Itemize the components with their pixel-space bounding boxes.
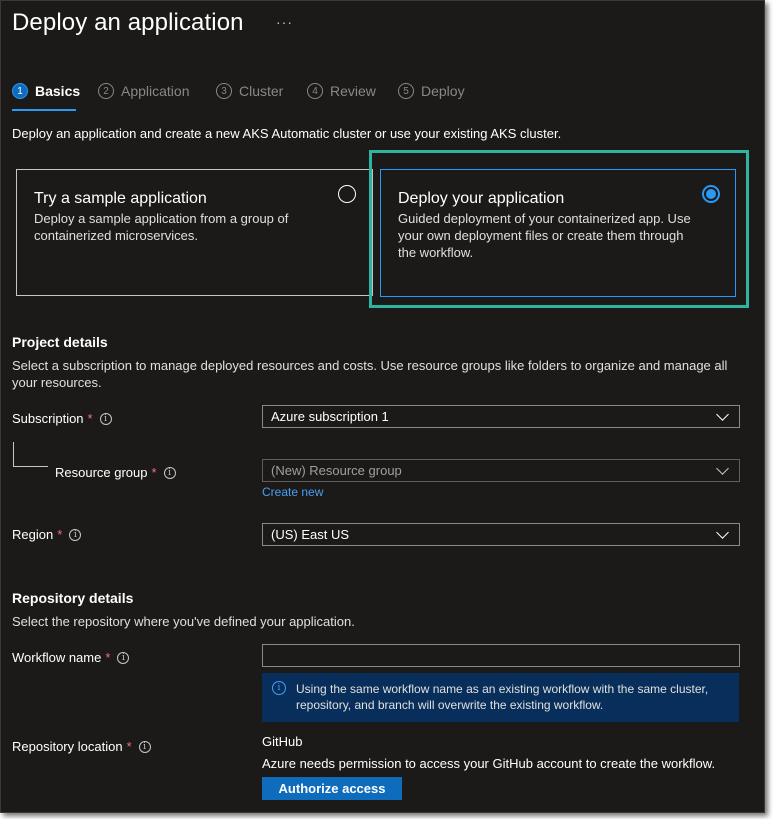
region-label-text: Region	[12, 527, 54, 542]
resource-group-placeholder: (New) Resource group	[271, 463, 402, 478]
region-value: (US) East US	[271, 527, 350, 542]
subscription-label-text: Subscription	[12, 411, 84, 426]
chevron-down-icon	[716, 461, 729, 475]
repository-location-label-text: Repository location	[12, 739, 123, 754]
project-details-description: Select a subscription to manage deployed…	[12, 358, 728, 390]
project-details-title: Project details	[12, 334, 108, 350]
step-number-icon: 3	[216, 83, 232, 99]
card-title: Deploy your application	[398, 190, 565, 207]
resource-group-select[interactable]: (New) Resource group	[262, 459, 740, 482]
info-icon[interactable]: i	[138, 740, 151, 753]
tab-cluster[interactable]: 3 Cluster	[216, 83, 283, 99]
info-icon: i	[272, 681, 286, 695]
deploy-application-panel: Deploy an application ··· 1 Basics 2 App…	[0, 0, 765, 813]
info-icon[interactable]: i	[163, 466, 176, 479]
region-label: Region * i	[12, 527, 82, 542]
deploy-your-application-card[interactable]: Deploy your application Guided deploymen…	[380, 169, 736, 297]
step-number-icon: 2	[98, 83, 114, 99]
subscription-label: Subscription * i	[12, 411, 112, 426]
info-icon[interactable]: i	[117, 651, 130, 664]
chevron-down-icon	[716, 407, 729, 421]
workflow-name-input[interactable]	[262, 644, 740, 667]
tab-label: Deploy	[421, 83, 465, 99]
card-description: Deploy a sample application from a group…	[34, 211, 289, 243]
sample-application-radio[interactable]	[338, 185, 356, 203]
card-title: Try a sample application	[34, 190, 207, 207]
tab-label: Cluster	[239, 83, 284, 99]
workflow-name-label: Workflow name * i	[12, 650, 130, 665]
step-number-icon: 4	[307, 83, 323, 99]
active-tab-indicator	[12, 109, 76, 111]
repository-details-description: Select the repository where you've defin…	[12, 614, 355, 629]
authorize-access-button[interactable]: Authorize access	[262, 777, 402, 800]
tab-review[interactable]: 4 Review	[307, 83, 376, 99]
subscription-value: Azure subscription 1	[271, 409, 389, 424]
required-marker: *	[151, 465, 157, 480]
tab-label: Basics	[35, 83, 81, 99]
step-number-icon: 5	[398, 83, 414, 99]
tab-basics[interactable]: 1 Basics	[12, 83, 80, 99]
tab-deploy[interactable]: 5 Deploy	[398, 83, 465, 99]
tab-label: Review	[330, 83, 376, 99]
step-number-icon: 1	[12, 83, 28, 99]
sample-application-card[interactable]: Try a sample application Deploy a sample…	[16, 169, 373, 296]
card-description: Guided deployment of your containerized …	[398, 211, 691, 260]
resource-group-label: Resource group * i	[55, 465, 176, 480]
more-options-button[interactable]: ···	[276, 14, 293, 30]
subscription-select[interactable]: Azure subscription 1	[262, 405, 740, 428]
deploy-your-application-radio[interactable]	[702, 185, 720, 203]
info-icon[interactable]: i	[69, 528, 82, 541]
required-marker: *	[126, 739, 132, 754]
intro-text: Deploy an application and create a new A…	[12, 126, 562, 141]
permission-text: Azure needs permission to access your Gi…	[262, 756, 716, 771]
info-icon[interactable]: i	[99, 412, 112, 425]
radio-selected-dot	[706, 189, 716, 199]
tab-label: Application	[121, 83, 190, 99]
repository-provider: GitHub	[262, 734, 303, 749]
repository-location-label: Repository location * i	[12, 739, 151, 754]
required-marker: *	[87, 411, 93, 426]
create-new-link[interactable]: Create new	[262, 485, 323, 499]
page-title: Deploy an application	[12, 9, 244, 36]
chevron-down-icon	[716, 525, 729, 539]
tree-connector	[13, 466, 48, 467]
workflow-name-label-text: Workflow name	[12, 650, 102, 665]
required-marker: *	[105, 650, 111, 665]
info-message-text: Using the same workflow name as an exist…	[296, 682, 709, 712]
tab-application[interactable]: 2 Application	[98, 83, 190, 99]
resource-group-label-text: Resource group	[55, 465, 148, 480]
region-select[interactable]: (US) East US	[262, 523, 740, 546]
tree-connector	[13, 442, 14, 466]
required-marker: *	[57, 527, 63, 542]
repository-details-title: Repository details	[12, 590, 134, 606]
workflow-info-message: i Using the same workflow name as an exi…	[262, 673, 739, 722]
